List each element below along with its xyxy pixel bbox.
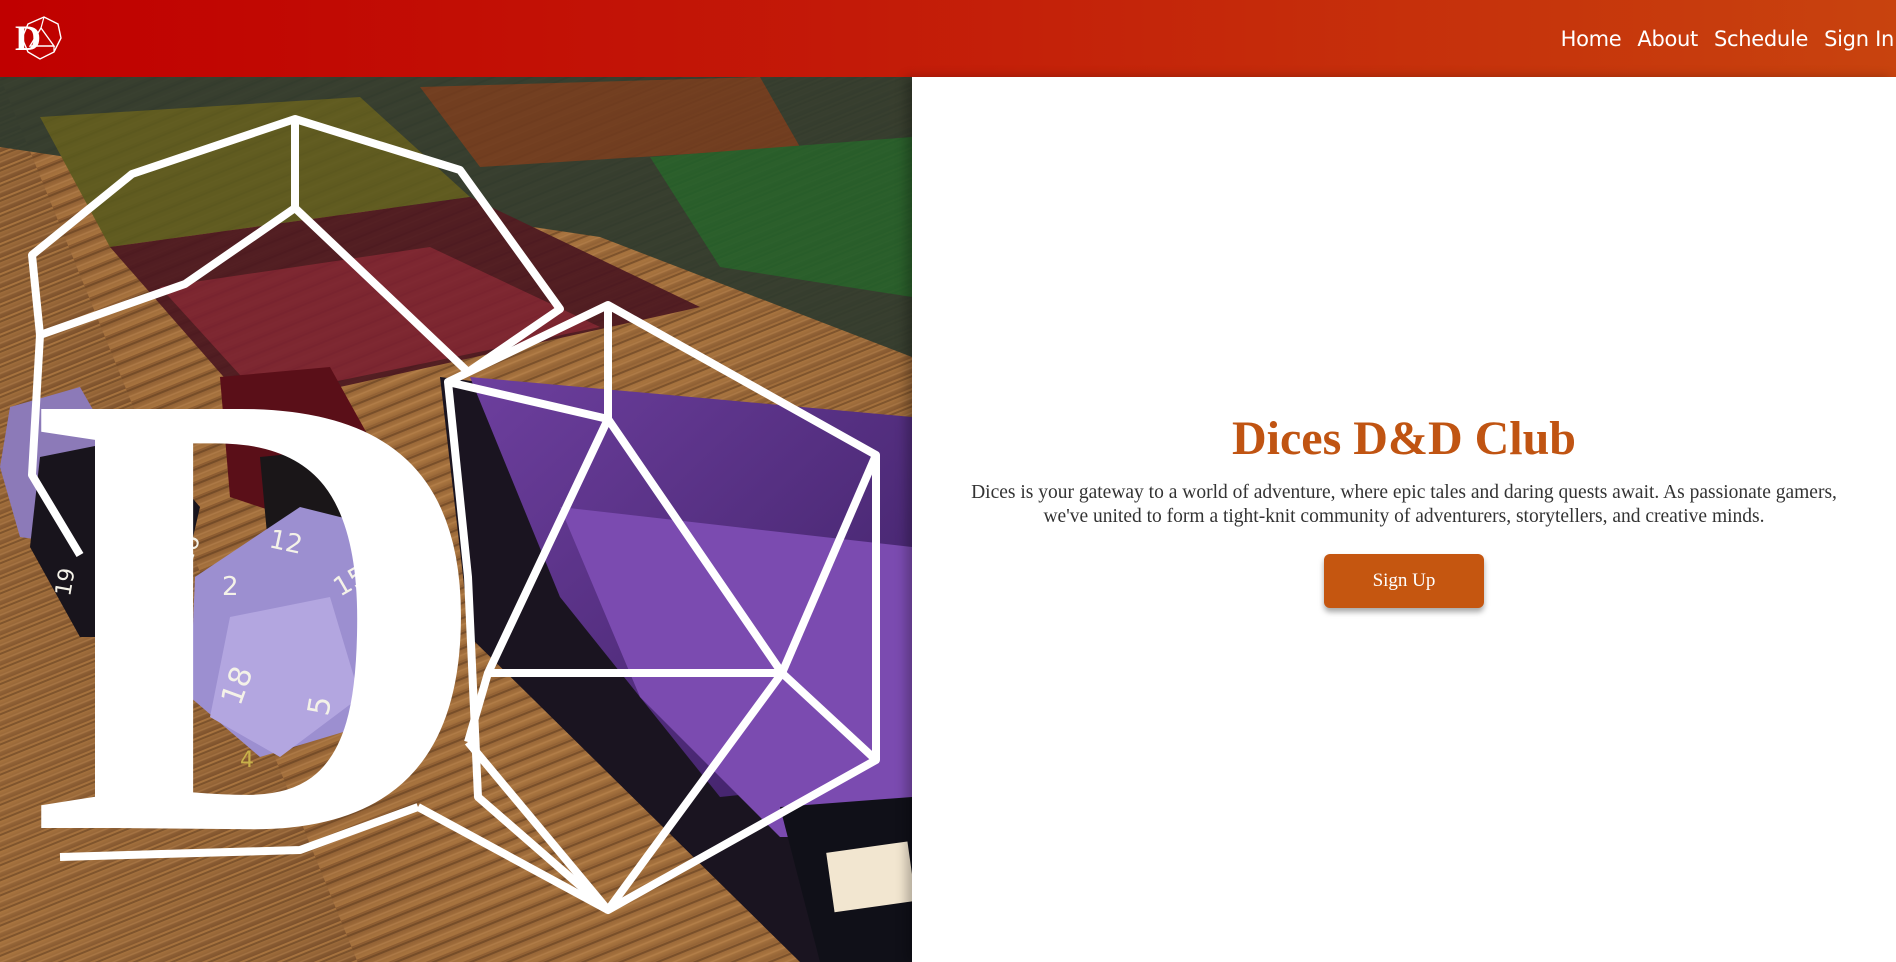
brand-logo-icon[interactable]: D xyxy=(14,14,64,62)
hero-text-block: Dices D&D Club Dices is your gateway to … xyxy=(912,411,1896,608)
nav-schedule-link[interactable]: Schedule xyxy=(1714,27,1808,51)
hero-image-panel: 12 2 15 18 5 4 16 19 D xyxy=(0,77,912,962)
sign-up-button[interactable]: Sign Up xyxy=(1324,554,1484,608)
hero-description: Dices is your gateway to a world of adve… xyxy=(971,482,1837,527)
top-navigation-bar: D Home About Schedule Sign In xyxy=(0,0,1896,77)
nav-home-link[interactable]: Home xyxy=(1561,27,1622,51)
main-nav: Home About Schedule Sign In xyxy=(1561,0,1896,77)
hero-content-panel: Dices D&D Club Dices is your gateway to … xyxy=(912,77,1896,962)
page-title: Dices D&D Club xyxy=(1232,412,1576,465)
hero-logo-letter: D xyxy=(30,259,492,962)
nav-about-link[interactable]: About xyxy=(1637,27,1698,51)
nav-sign-in-link[interactable]: Sign In xyxy=(1824,27,1894,51)
brand-logo-letter: D xyxy=(15,18,41,58)
hero-dice-photo: 12 2 15 18 5 4 16 19 D xyxy=(0,77,912,962)
